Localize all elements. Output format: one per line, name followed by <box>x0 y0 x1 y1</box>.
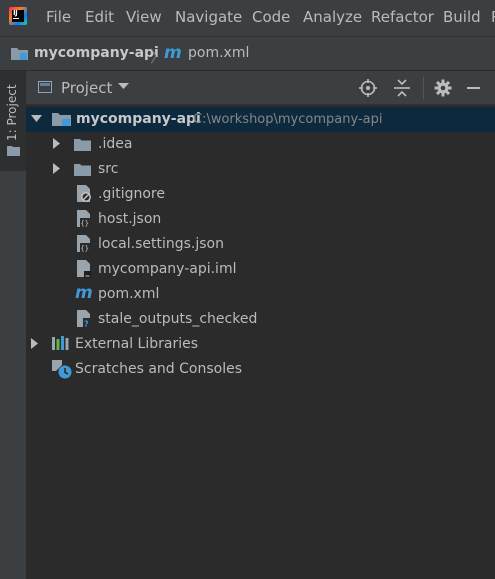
menu-build[interactable]: Build <box>443 8 481 26</box>
svg-text:{}: {} <box>81 245 89 253</box>
hide-tool-window-icon[interactable] <box>467 87 480 89</box>
expand-arrow-right-icon[interactable] <box>31 338 39 349</box>
toolbar-divider <box>423 77 424 99</box>
maven-icon: m <box>75 283 93 303</box>
library-icon <box>52 336 69 350</box>
tree-item-label: local.settings.json <box>98 236 224 252</box>
menu-edit[interactable]: Edit <box>85 8 114 26</box>
locate-file-icon[interactable] <box>359 79 377 97</box>
json-file-icon: {} <box>77 210 90 228</box>
intellij-logo-icon: IJ <box>9 7 27 25</box>
breadcrumb: mycompany-api 〉 m pom.xml <box>0 36 495 71</box>
tree-item-label: External Libraries <box>75 336 198 352</box>
tree-item-label: host.json <box>98 211 162 227</box>
tree-item-label: pom.xml <box>98 286 160 302</box>
project-tool-tab[interactable]: 1: Project <box>0 71 26 171</box>
expand-arrow-right-icon[interactable] <box>53 138 61 149</box>
tree-item-label: .gitignore <box>98 186 165 202</box>
project-view-icon <box>38 81 52 93</box>
iml-file-icon <box>77 260 91 278</box>
project-tree: mycompany-api C:\workshop\mycompany-api … <box>26 105 495 579</box>
tree-item-pom-xml[interactable]: m pom.xml <box>26 282 495 307</box>
menu-view[interactable]: View <box>126 8 162 26</box>
tree-item-host-json[interactable]: {} host.json <box>26 207 495 232</box>
expand-arrow-right-icon[interactable] <box>53 163 61 174</box>
project-tool-window-header: Project <box>26 71 495 105</box>
chevron-down-icon[interactable] <box>118 83 129 90</box>
menu-navigate[interactable]: Navigate <box>175 8 242 26</box>
tree-item-root[interactable]: mycompany-api C:\workshop\mycompany-api <box>26 107 495 132</box>
tree-item-external-libraries[interactable]: External Libraries <box>26 332 495 357</box>
project-folder-icon <box>52 113 71 126</box>
gear-icon[interactable] <box>434 79 452 97</box>
tree-item-scratches[interactable]: Scratches and Consoles <box>26 357 495 382</box>
tree-item-label: mycompany-api <box>76 111 201 127</box>
tree-item-local-settings-json[interactable]: {} local.settings.json <box>26 232 495 257</box>
tree-item-label: .idea <box>98 136 133 152</box>
folder-icon <box>74 164 91 176</box>
breadcrumb-project[interactable]: mycompany-api <box>34 45 159 61</box>
left-tool-strip: 1: Project <box>0 71 27 579</box>
folder-icon <box>74 139 91 151</box>
menu-refactor[interactable]: Refactor <box>371 8 434 26</box>
collapse-all-icon[interactable] <box>393 79 411 97</box>
tree-item-label: Scratches and Consoles <box>75 361 242 377</box>
project-folder-icon <box>11 48 28 60</box>
menu-file[interactable]: File <box>46 8 71 26</box>
tree-item-gitignore[interactable]: .gitignore <box>26 182 495 207</box>
scratches-icon <box>52 360 72 379</box>
tree-item-stale-outputs-checked[interactable]: ? stale_outputs_checked <box>26 307 495 332</box>
menu-run[interactable]: R <box>491 8 495 26</box>
svg-text:?: ? <box>84 320 89 329</box>
project-tool-tab-label: 1: Project <box>5 84 19 141</box>
json-file-icon: {} <box>77 235 90 253</box>
breadcrumb-file[interactable]: pom.xml <box>188 45 249 61</box>
ignored-file-icon <box>77 185 91 202</box>
tree-item-src[interactable]: src <box>26 157 495 182</box>
menu-code[interactable]: Code <box>252 8 290 26</box>
tree-item-label: stale_outputs_checked <box>98 311 258 327</box>
menu-bar: IJ File Edit View Navigate Code Analyze … <box>0 0 495 36</box>
menu-analyze[interactable]: Analyze <box>303 8 362 26</box>
maven-icon: m <box>164 43 182 63</box>
unknown-file-icon: ? <box>77 310 91 329</box>
svg-text:{}: {} <box>81 220 89 228</box>
tree-item-path: C:\workshop\mycompany-api <box>193 112 383 127</box>
tree-item-iml[interactable]: mycompany-api.iml <box>26 257 495 282</box>
project-view-title[interactable]: Project <box>61 79 112 97</box>
expand-arrow-down-icon[interactable] <box>31 115 42 123</box>
tree-item-idea[interactable]: .idea <box>26 132 495 157</box>
tree-item-label: src <box>98 161 119 177</box>
tree-item-label: mycompany-api.iml <box>98 261 237 277</box>
folder-icon <box>7 146 20 156</box>
